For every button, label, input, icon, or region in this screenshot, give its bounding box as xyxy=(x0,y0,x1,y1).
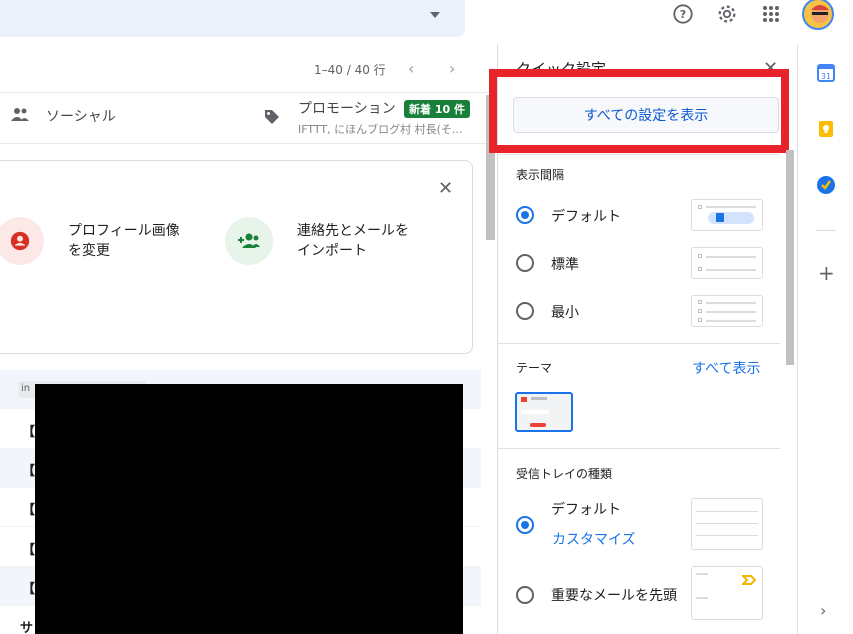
density-compact-preview[interactable] xyxy=(691,295,763,327)
avatar[interactable] xyxy=(802,0,834,30)
gear-icon[interactable] xyxy=(713,0,741,28)
search-bar[interactable] xyxy=(0,0,465,37)
scrollbar[interactable] xyxy=(786,150,794,365)
divider xyxy=(816,230,836,231)
density-compact-radio[interactable] xyxy=(516,302,534,320)
density-comfortable-label[interactable]: 標準 xyxy=(551,254,579,274)
inbox-customize-link[interactable]: カスタマイズ xyxy=(552,529,636,549)
divider xyxy=(498,448,780,449)
inbox-type-title: 受信トレイの種類 xyxy=(516,467,613,481)
apps-grid-icon[interactable] xyxy=(757,0,785,28)
density-default-preview[interactable] xyxy=(691,199,763,231)
inbox-important-first-preview[interactable] xyxy=(691,566,763,620)
theme-preview[interactable] xyxy=(515,392,573,432)
inbox-important-first-label[interactable]: 重要なメールを先頭 xyxy=(551,585,677,605)
tab-promotions[interactable]: プロモーション xyxy=(298,98,396,118)
svg-text:?: ? xyxy=(680,8,686,21)
density-default-radio[interactable] xyxy=(516,206,534,224)
redaction-block xyxy=(35,384,463,634)
action-label-line: インポート xyxy=(297,243,367,259)
people-icon xyxy=(10,107,30,127)
divider xyxy=(0,143,497,144)
action-label-line: 連絡先とメールを xyxy=(297,223,409,239)
highlight-box xyxy=(489,69,789,153)
add-addon-icon[interactable]: + xyxy=(818,263,835,283)
tag-icon xyxy=(263,108,281,130)
inbox-default-radio[interactable] xyxy=(516,516,534,534)
density-comfortable-preview[interactable] xyxy=(691,247,763,279)
inbox-default-label[interactable]: デフォルト xyxy=(551,499,621,519)
mail-subject: 【 xyxy=(22,464,36,479)
tab-social[interactable]: ソーシャル xyxy=(46,106,116,126)
density-default-label[interactable]: デフォルト xyxy=(551,206,621,226)
inbox-default-preview[interactable] xyxy=(691,498,763,550)
calendar-icon[interactable]: 31 xyxy=(817,64,835,86)
chevron-left-icon[interactable]: ‹ xyxy=(408,61,424,77)
density-comfortable-radio[interactable] xyxy=(516,254,534,272)
divider xyxy=(498,343,780,344)
chevron-right-icon[interactable]: › xyxy=(449,61,465,77)
close-icon[interactable]: ✕ xyxy=(438,178,453,199)
density-compact-label[interactable]: 最小 xyxy=(551,302,579,322)
inbox-important-first-radio[interactable] xyxy=(516,586,534,604)
svg-text:31: 31 xyxy=(821,72,831,81)
import-contacts-link[interactable]: 連絡先とメールを インポート xyxy=(297,221,409,261)
mail-subject: 【 xyxy=(22,425,36,440)
divider xyxy=(0,92,497,93)
keep-icon[interactable] xyxy=(817,120,835,142)
help-circle-icon[interactable]: ? xyxy=(669,0,697,28)
action-label-line: プロフィール画像 xyxy=(68,223,180,239)
mail-subject: サ xyxy=(20,621,34,634)
chevron-right-icon[interactable]: › xyxy=(820,601,826,620)
change-profile-photo-link[interactable]: プロフィール画像 を変更 xyxy=(68,221,180,261)
gmail-window: ? 1–40 / 40 行 ‹ › ソーシャル プロモーション 新着 10 件 … xyxy=(0,0,853,634)
theme-title: テーマ xyxy=(516,361,553,375)
search-options-icon[interactable] xyxy=(430,12,440,18)
tasks-icon[interactable] xyxy=(816,175,836,199)
new-count-badge: 新着 10 件 xyxy=(404,100,470,118)
add-contacts-icon[interactable] xyxy=(225,217,273,265)
divider xyxy=(498,154,780,155)
pager-count: 1–40 / 40 行 xyxy=(314,63,386,77)
mail-subject: 【 xyxy=(22,582,36,597)
mail-subject: 【 xyxy=(22,543,36,558)
mail-subject: 【 xyxy=(22,503,36,518)
density-title: 表示間隔 xyxy=(516,168,565,182)
promo-senders: IFTTT, にほんブログ村 村長(そ... xyxy=(298,123,463,136)
theme-view-all-link[interactable]: すべて表示 xyxy=(692,358,760,378)
action-label-line: を変更 xyxy=(68,243,110,259)
